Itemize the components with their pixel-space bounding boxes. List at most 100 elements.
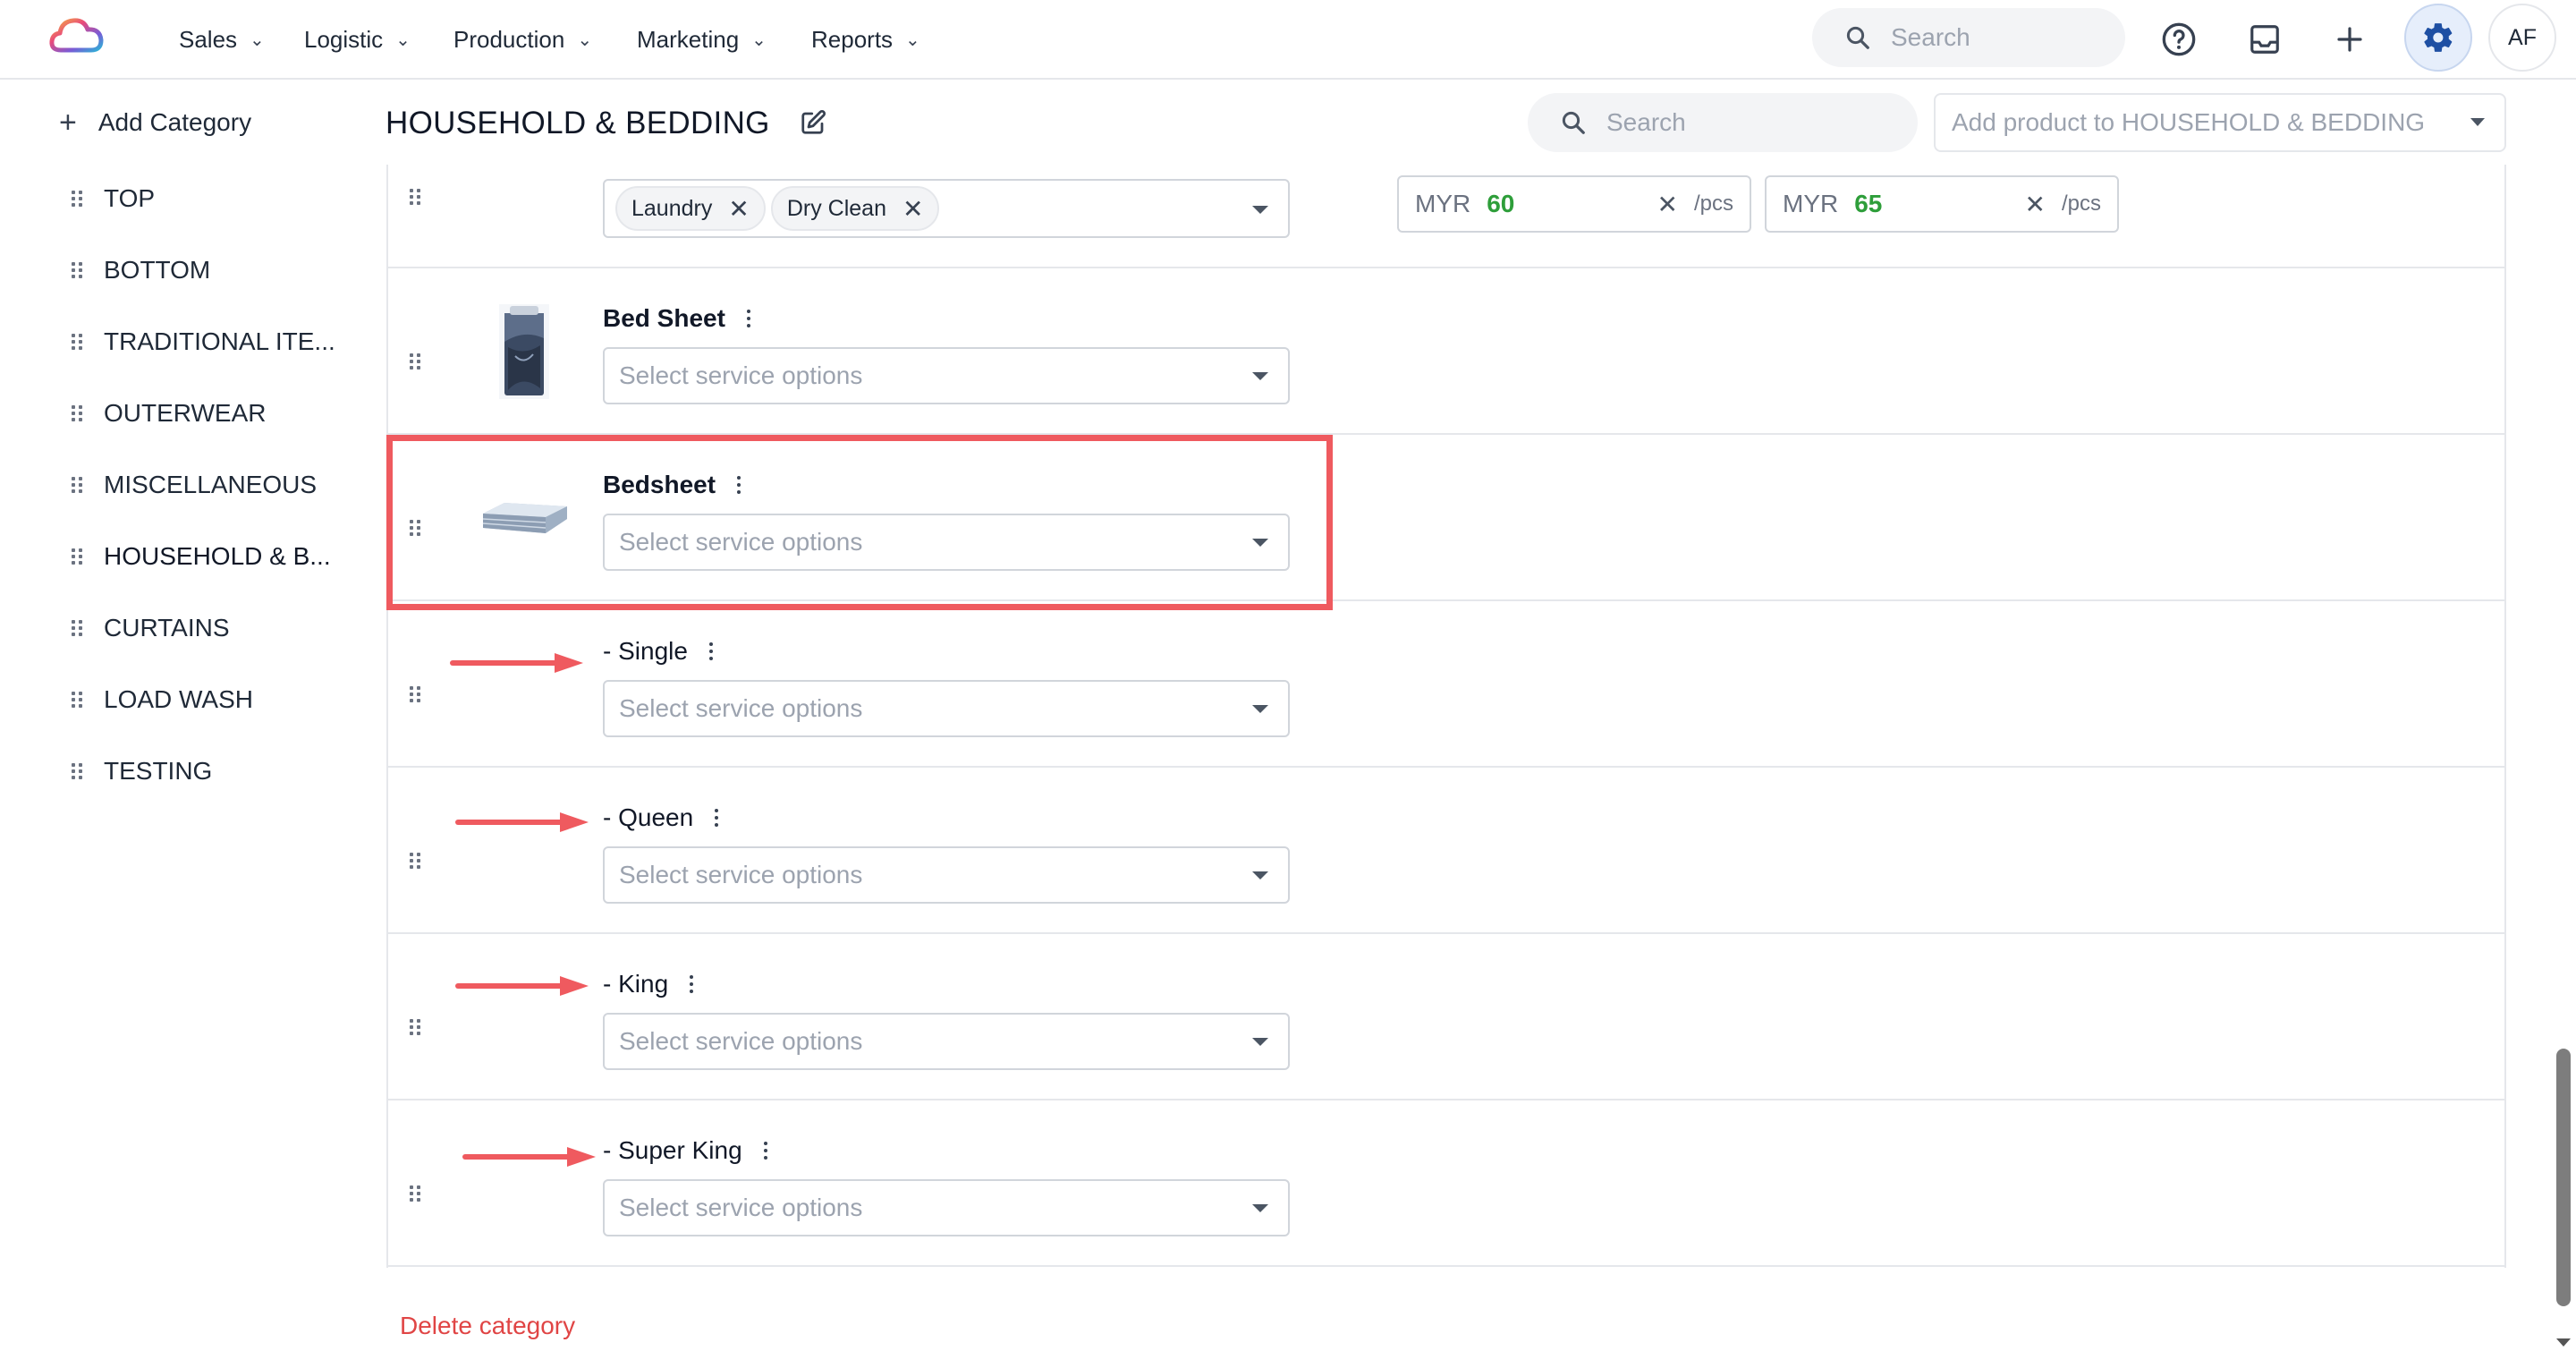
nav-marketing[interactable]: Marketing ⌄: [637, 21, 767, 57]
drag-handle-icon[interactable]: [72, 405, 82, 421]
select-placeholder: Select service options: [619, 694, 863, 722]
add-category-button[interactable]: + Add Category: [59, 107, 251, 138]
sidebar-item-miscellaneous[interactable]: MISCELLANEOUS: [72, 467, 317, 503]
bed-sheet-photo: [497, 302, 551, 401]
sidebar-item-label: TRADITIONAL ITE...: [104, 327, 335, 355]
close-icon[interactable]: ✕: [1657, 190, 1678, 219]
service-options-select[interactable]: Select service options: [603, 846, 1290, 904]
service-chip: Laundry ✕: [615, 186, 766, 231]
chevron-down-icon: [1252, 206, 1268, 214]
chevron-down-icon: [1252, 1038, 1268, 1046]
drag-handle-icon[interactable]: [72, 477, 82, 493]
unit-label: /pcs: [2061, 191, 2101, 216]
drag-handle-icon[interactable]: [72, 692, 82, 708]
product-name-label: - King: [603, 970, 669, 998]
kebab-menu-icon[interactable]: [746, 310, 750, 327]
settings-button[interactable]: [2404, 4, 2472, 72]
product-name-label: - Super King: [603, 1136, 742, 1164]
sidebar-item-bottom[interactable]: BOTTOM: [72, 252, 210, 288]
sidebar-item-label: OUTERWEAR: [104, 399, 267, 427]
avatar[interactable]: AF: [2488, 4, 2556, 72]
product-name-label: - Queen: [603, 803, 694, 831]
service-options-select[interactable]: Select service options: [603, 347, 1290, 404]
chevron-down-icon: [1252, 871, 1268, 879]
drag-handle-icon[interactable]: [410, 845, 442, 869]
product-row: Bed Sheet Select service options: [388, 268, 2504, 435]
delete-category-button[interactable]: Delete category: [400, 1312, 575, 1340]
search-icon: [1846, 26, 1869, 49]
drag-handle-icon[interactable]: [410, 345, 442, 370]
drag-handle-icon[interactable]: [72, 620, 82, 636]
drag-handle-icon[interactable]: [72, 334, 82, 350]
sidebar-item-load-wash[interactable]: LOAD WASH: [72, 682, 253, 718]
scroll-down-arrow[interactable]: [2556, 1338, 2571, 1347]
price-field-dry-clean[interactable]: MYR 65 ✕ /pcs: [1765, 175, 2119, 233]
inbox-icon[interactable]: [2242, 17, 2287, 62]
arrow-right-icon: [462, 1147, 596, 1167]
app-logo-icon[interactable]: [48, 14, 106, 55]
sidebar-item-label: TOP: [104, 184, 156, 212]
help-icon[interactable]: [2157, 17, 2201, 62]
kebab-menu-icon[interactable]: [763, 1142, 767, 1160]
service-options-select[interactable]: Laundry ✕ Dry Clean ✕: [603, 179, 1290, 238]
kebab-menu-icon[interactable]: [715, 809, 719, 827]
nav-production[interactable]: Production ⌄: [453, 21, 592, 57]
drag-handle-icon[interactable]: [72, 191, 82, 207]
global-search-input[interactable]: Search: [1812, 8, 2125, 67]
chevron-down-icon: ⌄: [905, 30, 920, 50]
drag-handle-icon[interactable]: [72, 763, 82, 779]
product-name: - Queen: [603, 803, 719, 832]
close-icon[interactable]: ✕: [2025, 190, 2046, 219]
chip-label: Dry Clean: [786, 195, 886, 221]
chevron-down-icon: ⌄: [250, 30, 265, 50]
product-name: - Super King: [603, 1136, 767, 1165]
product-name: - Single: [603, 637, 713, 666]
sidebar-item-household[interactable]: HOUSEHOLD & B...: [72, 539, 331, 574]
sidebar-item-curtains[interactable]: CURTAINS: [72, 610, 230, 646]
price-field-laundry[interactable]: MYR 60 ✕ /pcs: [1397, 175, 1751, 233]
nav-label: Reports: [811, 25, 894, 53]
product-row: - Super King Select service options: [388, 1100, 2504, 1267]
product-name-label: - Single: [603, 637, 688, 665]
close-icon[interactable]: ✕: [728, 194, 749, 224]
service-options-select[interactable]: Select service options: [603, 680, 1290, 737]
select-placeholder: Select service options: [619, 1194, 863, 1221]
drag-handle-icon[interactable]: [72, 548, 82, 565]
sidebar-item-testing[interactable]: TESTING: [72, 753, 212, 789]
chevron-down-icon: [1252, 705, 1268, 713]
sidebar-item-top[interactable]: TOP: [72, 181, 155, 217]
sidebar-item-outerwear[interactable]: OUTERWEAR: [72, 395, 267, 431]
kebab-menu-icon[interactable]: [708, 642, 713, 660]
drag-handle-icon[interactable]: [410, 1011, 442, 1035]
nav-reports[interactable]: Reports ⌄: [811, 21, 920, 57]
drag-handle-icon[interactable]: [410, 181, 442, 205]
service-options-select[interactable]: Select service options: [603, 1179, 1290, 1236]
sidebar-item-traditional[interactable]: TRADITIONAL ITE...: [72, 324, 335, 360]
nav-logistic[interactable]: Logistic ⌄: [304, 21, 411, 57]
sidebar-item-label: CURTAINS: [104, 614, 230, 642]
service-options-select[interactable]: Select service options: [603, 1013, 1290, 1070]
nav-label: Logistic: [304, 25, 384, 53]
product-row: - Single Select service options: [388, 601, 2504, 768]
product-row: - King Select service options: [388, 934, 2504, 1100]
plus-icon[interactable]: [2327, 17, 2372, 62]
drag-handle-icon[interactable]: [410, 678, 442, 702]
nav-sales[interactable]: Sales ⌄: [179, 21, 265, 57]
currency-label: MYR: [1783, 190, 1839, 217]
close-icon[interactable]: ✕: [902, 194, 923, 224]
select-placeholder: Select service options: [619, 861, 863, 888]
scrollbar-thumb[interactable]: [2556, 1049, 2571, 1306]
add-category-label: Add Category: [97, 108, 252, 136]
drag-handle-icon[interactable]: [410, 1177, 442, 1202]
price-value: 65: [1854, 190, 1883, 217]
drag-handle-icon[interactable]: [72, 262, 82, 278]
avatar-initials: AF: [2508, 24, 2537, 50]
top-navigation-bar: Sales ⌄ Logistic ⌄ Production ⌄ Marketing ⌄ …: [0, 0, 2576, 80]
chip-label: Laundry: [631, 195, 713, 221]
unit-label: /pcs: [1693, 191, 1733, 216]
search-placeholder: Search: [1891, 23, 1970, 51]
kebab-menu-icon[interactable]: [690, 975, 694, 993]
chevron-down-icon: ⌄: [751, 30, 767, 50]
nav-label: Marketing: [637, 25, 740, 53]
product-name: Bed Sheet: [603, 304, 750, 333]
